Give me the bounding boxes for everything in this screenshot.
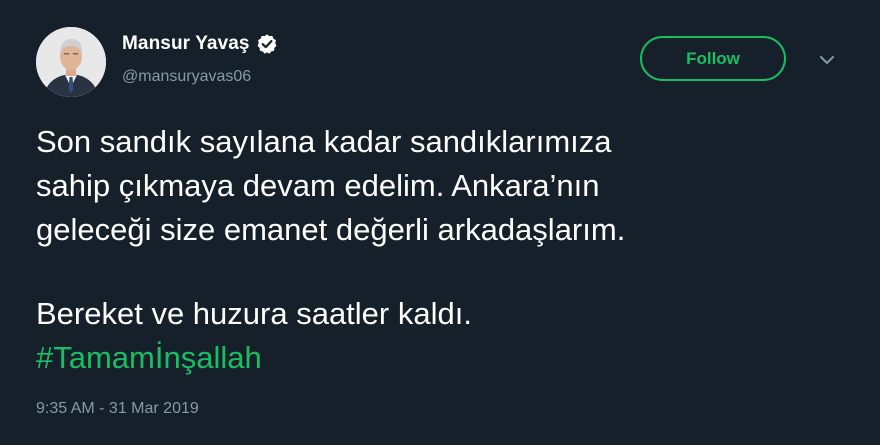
author-name-text: Mansur Yavaş xyxy=(122,33,250,54)
chevron-down-icon[interactable] xyxy=(815,52,839,68)
user-avatar-photo-icon xyxy=(36,27,106,97)
tweet-text-line: sahip çıkmaya devam edelim. Ankara’nın xyxy=(36,168,600,203)
author-handle[interactable]: @mansuryavas06 xyxy=(122,68,251,86)
tweet-text-line: geleceği size emanet değerli arkadaşları… xyxy=(36,212,626,247)
follow-button[interactable]: Follow xyxy=(640,36,786,81)
avatar[interactable] xyxy=(36,27,106,97)
tweet-text-line: Son sandık sayılana kadar sandıklarımıza xyxy=(36,124,612,159)
verified-badge-icon xyxy=(256,33,278,55)
tweet-card: Mansur Yavaş @mansuryavas06 Follow Son s… xyxy=(0,0,880,445)
tweet-timestamp[interactable]: 9:35 AM - 31 Mar 2019 xyxy=(36,400,199,418)
tweet-text: Son sandık sayılana kadar sandıklarımıza… xyxy=(36,120,856,380)
tweet-text-line: Bereket ve huzura saatler kaldı. xyxy=(36,296,472,331)
author-display-name[interactable]: Mansur Yavaş xyxy=(122,33,278,55)
hashtag-link[interactable]: #Tamamİnşallah xyxy=(36,340,262,375)
